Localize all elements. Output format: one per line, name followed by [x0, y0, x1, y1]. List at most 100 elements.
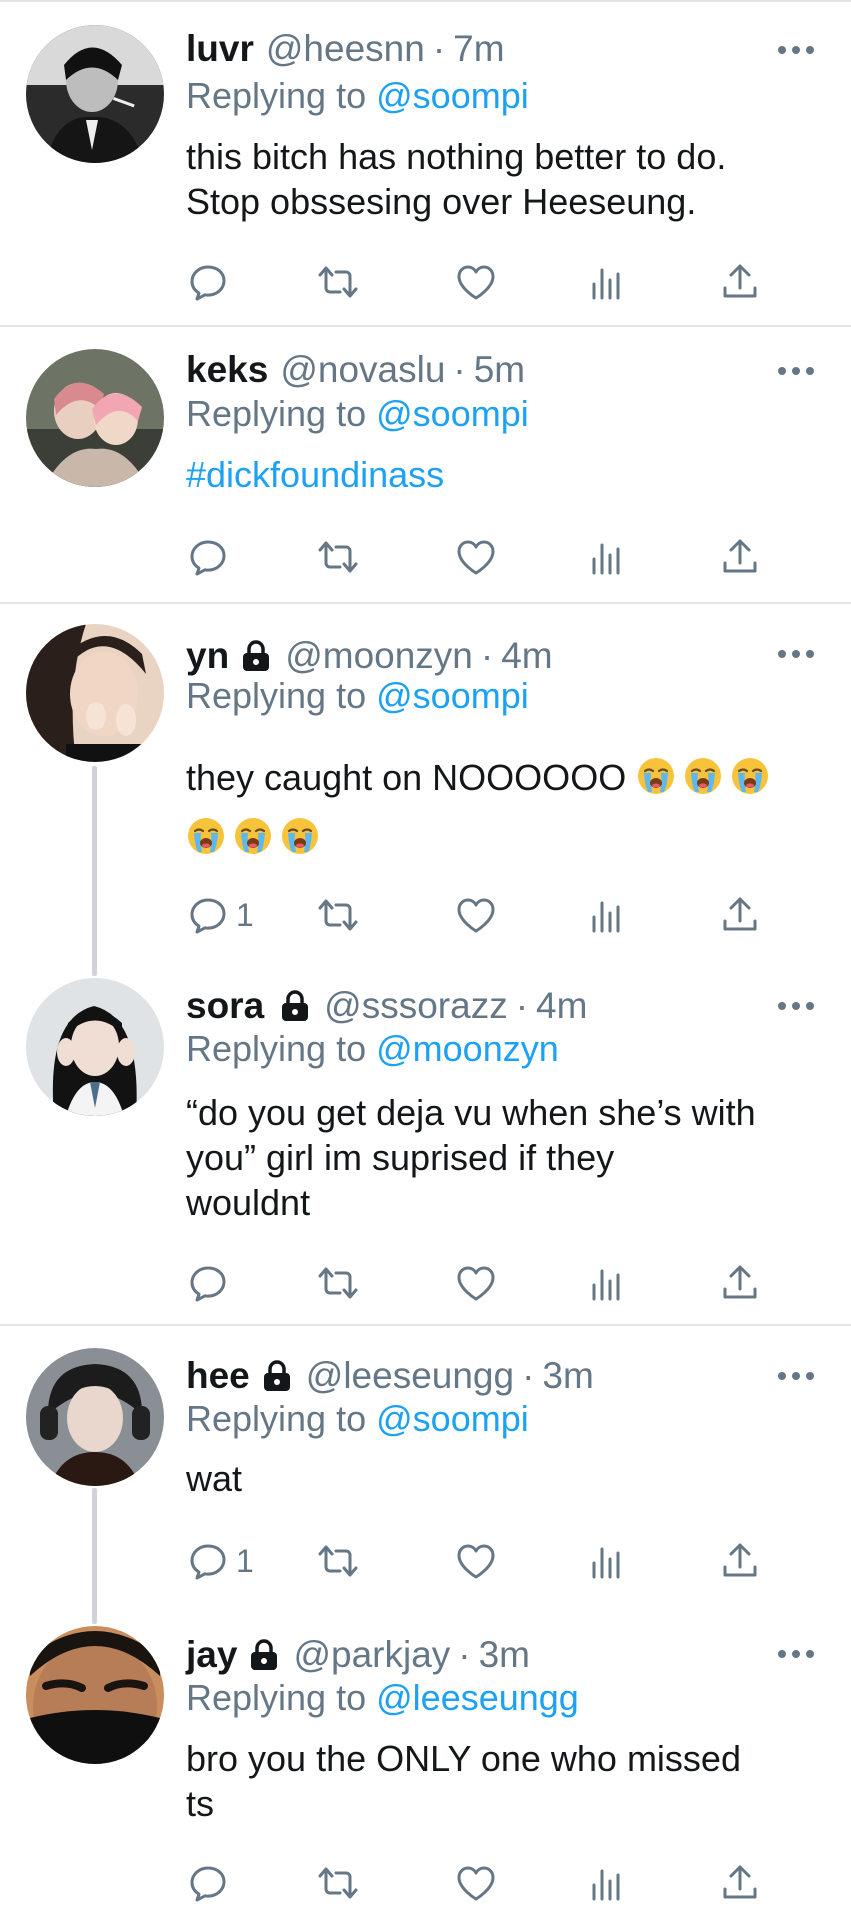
loudly-crying-face-emoji: [282, 818, 318, 854]
analytics-button[interactable]: [586, 535, 630, 579]
retweet-button[interactable]: [316, 1261, 360, 1305]
like-button[interactable]: [454, 1261, 498, 1305]
mention-link[interactable]: @soompi: [376, 1398, 529, 1439]
retweet-button[interactable]: [316, 260, 360, 304]
display-name[interactable]: keks: [186, 348, 268, 392]
share-button[interactable]: [718, 1861, 762, 1905]
emoji-group: [636, 757, 777, 798]
retweet-button[interactable]: [316, 535, 360, 579]
like-button[interactable]: [454, 535, 498, 579]
mention-link[interactable]: @moonzyn: [376, 1028, 559, 1069]
reply-button[interactable]: [186, 535, 236, 579]
display-name[interactable]: jay: [186, 1633, 237, 1677]
mention-link[interactable]: @soompi: [376, 393, 529, 434]
display-name[interactable]: luvr: [186, 27, 254, 71]
avatar[interactable]: [26, 25, 164, 163]
share-icon: [723, 1865, 757, 1899]
share-button[interactable]: [718, 893, 762, 937]
analytics-button[interactable]: [586, 1539, 630, 1583]
analytics-button[interactable]: [586, 893, 630, 937]
separator-dot: ·: [432, 28, 446, 69]
retweet-button[interactable]: [316, 1539, 360, 1583]
like-button[interactable]: [454, 1861, 498, 1905]
mention-link[interactable]: @soompi: [376, 75, 529, 116]
avatar[interactable]: [26, 978, 164, 1116]
retweet-button[interactable]: [316, 893, 360, 937]
share-icon: [723, 1265, 757, 1299]
display-name[interactable]: sora: [186, 984, 264, 1028]
timestamp[interactable]: 3m: [479, 1633, 530, 1677]
reply-button[interactable]: 1: [186, 1539, 254, 1583]
analytics-icon: [592, 268, 620, 300]
user-handle[interactable]: @moonzyn: [285, 634, 473, 678]
timestamp[interactable]: 4m: [501, 634, 552, 678]
reply-button[interactable]: 1: [186, 893, 254, 937]
tweet-text-line: bro you the ONLY one who missed: [186, 1738, 741, 1779]
reply-button[interactable]: [186, 1861, 236, 1905]
mention-link[interactable]: @soompi: [376, 675, 529, 716]
tweet[interactable]: luvr @heesnn · 7m Replying to @soompi th…: [0, 0, 851, 325]
analytics-button[interactable]: [586, 260, 630, 304]
tweet[interactable]: yn @moonzyn · 4m Replying to @soompi the…: [0, 604, 851, 956]
more-options-icon[interactable]: [778, 1370, 814, 1382]
analytics-icon: [592, 901, 620, 933]
reply-button[interactable]: [186, 1261, 236, 1305]
tweet[interactable]: jay @parkjay · 3m Replying to @leeseungg…: [0, 1604, 851, 1920]
analytics-icon: [592, 1869, 620, 1901]
lock-icon: [243, 640, 270, 671]
retweet-button[interactable]: [316, 1861, 360, 1905]
tweet[interactable]: keks @novaslu · 5m Replying to @soompi #…: [0, 327, 851, 602]
more-options-icon[interactable]: [778, 1000, 814, 1012]
analytics-button[interactable]: [586, 1861, 630, 1905]
more-options-icon[interactable]: [778, 44, 814, 56]
user-handle[interactable]: @sssorazz: [324, 984, 508, 1028]
user-handle[interactable]: @leeseungg: [306, 1354, 514, 1398]
like-button[interactable]: [454, 893, 498, 937]
user-handle[interactable]: @heesnn: [266, 27, 425, 71]
share-button[interactable]: [718, 260, 762, 304]
reply-icon: [190, 265, 226, 301]
separator-dot: ·: [480, 635, 494, 676]
retweet-icon: [318, 266, 358, 298]
replying-label: Replying to: [186, 1028, 367, 1069]
tweet-text: this bitch has nothing better to do. Sto…: [186, 134, 826, 224]
display-name[interactable]: hee: [186, 1354, 250, 1398]
tweet-text-line: you” girl im suprised if they: [186, 1137, 615, 1178]
share-button[interactable]: [718, 1261, 762, 1305]
mention-link[interactable]: @leeseungg: [376, 1677, 579, 1718]
replying-to: Replying to @leeseungg: [186, 1676, 579, 1720]
retweet-icon: [318, 1867, 358, 1899]
action-bar: [186, 1261, 786, 1305]
avatar[interactable]: [26, 1348, 164, 1486]
separator-dot: ·: [522, 1355, 535, 1396]
avatar[interactable]: [26, 349, 164, 487]
action-bar: [186, 535, 786, 579]
emoji-group: [186, 808, 826, 868]
timestamp[interactable]: 4m: [536, 984, 587, 1028]
timestamp[interactable]: 7m: [453, 27, 504, 71]
more-options-icon[interactable]: [778, 365, 814, 377]
avatar[interactable]: [26, 624, 164, 762]
hashtag-link[interactable]: #dickfoundinass: [186, 452, 826, 497]
share-button[interactable]: [718, 1539, 762, 1583]
reply-button[interactable]: [186, 260, 236, 304]
timestamp[interactable]: 3m: [542, 1354, 593, 1398]
replying-to: Replying to @soompi: [186, 392, 529, 436]
timestamp[interactable]: 5m: [474, 348, 525, 392]
like-button[interactable]: [454, 1539, 498, 1583]
like-button[interactable]: [454, 260, 498, 304]
tweet[interactable]: sora @sssorazz · 4m Replying to @moonzyn…: [0, 956, 851, 1324]
replying-label: Replying to: [186, 675, 367, 716]
more-options-icon[interactable]: [778, 648, 814, 660]
tweet[interactable]: hee @leeseungg · 3m Replying to @soompi …: [0, 1326, 851, 1604]
more-options-icon[interactable]: [778, 1648, 814, 1660]
user-handle[interactable]: @parkjay: [293, 1633, 450, 1677]
tweet-text-line[interactable]: #dickfoundinass: [186, 452, 826, 497]
avatar[interactable]: [26, 1626, 164, 1764]
display-name[interactable]: yn: [186, 634, 229, 678]
tweet-text-line: they caught on NOOOOOO: [186, 748, 826, 808]
reply-icon: [190, 1866, 226, 1902]
share-button[interactable]: [718, 535, 762, 579]
analytics-button[interactable]: [586, 1261, 630, 1305]
user-handle[interactable]: @novaslu: [280, 348, 445, 392]
